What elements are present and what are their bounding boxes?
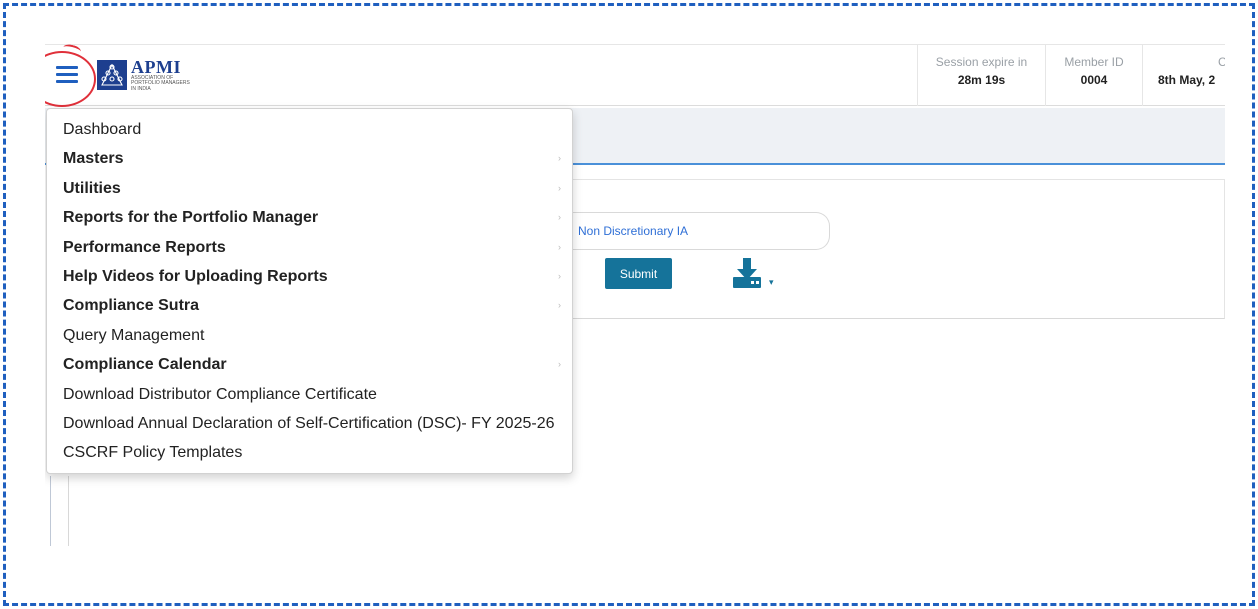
chevron-right-icon: › — [558, 359, 561, 370]
apmi-logo-mark-icon — [97, 60, 127, 90]
menu-item-download-distributor-certificate[interactable]: Download Distributor Compliance Certific… — [47, 380, 572, 409]
main-nav-menu: Dashboard Masters › Utilities › Reports fo… — [46, 108, 573, 474]
content-left-border-inner — [68, 476, 69, 546]
current-date: Cur 8th May, 2 — [1142, 45, 1225, 106]
menu-item-compliance-calendar[interactable]: Compliance Calendar › — [47, 350, 572, 379]
menu-label: Masters — [63, 150, 124, 168]
menu-label: Download Distributor Compliance Certific… — [63, 385, 377, 403]
highlight-circle — [45, 51, 96, 107]
member-id-label: Member ID — [1064, 55, 1124, 69]
logo-sub-3: IN INDIA — [131, 85, 151, 92]
content-left-border — [50, 476, 51, 546]
menu-label: Download Annual Declaration of Self-Cert… — [63, 414, 555, 432]
menu-item-masters[interactable]: Masters › — [47, 144, 572, 173]
member-id: Member ID 0004 — [1045, 45, 1142, 106]
menu-label: Dashboard — [63, 121, 142, 138]
chevron-right-icon: › — [558, 153, 561, 164]
member-id-value: 0004 — [1080, 73, 1108, 87]
current-date-label: Cur — [1218, 55, 1225, 69]
logo-name: APMI — [131, 56, 181, 77]
submit-button[interactable]: Submit — [605, 258, 672, 289]
app-window: APMI ASSOCIATION OF PORTFOLIO MANAGERS I… — [45, 44, 1225, 546]
menu-item-reports-portfolio-manager[interactable]: Reports for the Portfolio Manager › — [47, 203, 572, 232]
session-expiry: Session expire in 28m 19s — [917, 45, 1045, 106]
download-caret-icon[interactable]: ▾ — [769, 278, 774, 288]
menu-item-cscrf-policy-templates[interactable]: CSCRF Policy Templates — [47, 438, 572, 467]
apmi-logo[interactable]: APMI ASSOCIATION OF PORTFOLIO MANAGERS I… — [97, 58, 190, 92]
option-label: Non Discretionary IA — [578, 224, 689, 238]
option-non-discretionary-ia[interactable]: Non Discretionary IA — [565, 212, 830, 250]
menu-item-download-annual-declaration[interactable]: Download Annual Declaration of Self-Cert… — [47, 409, 572, 438]
menu-label: Help Videos for Uploading Reports — [63, 267, 328, 285]
download-icon[interactable]: ▾ — [732, 257, 780, 291]
chevron-right-icon: › — [558, 300, 561, 311]
menu-label: Compliance Calendar — [63, 356, 227, 374]
menu-label: Compliance Sutra — [63, 297, 200, 315]
session-expiry-label: Session expire in — [935, 55, 1028, 69]
chevron-right-icon: › — [558, 182, 561, 193]
menu-label: Performance Reports — [63, 238, 226, 256]
menu-item-compliance-sutra[interactable]: Compliance Sutra › — [47, 291, 572, 320]
menu-item-performance-reports[interactable]: Performance Reports › — [47, 233, 572, 262]
menu-label: Query Management — [63, 326, 205, 344]
chevron-right-icon: › — [558, 270, 561, 281]
menu-label: CSCRF Policy Templates — [63, 444, 243, 462]
menu-label: Reports for the Portfolio Manager — [63, 209, 319, 227]
menu-item-help-videos[interactable]: Help Videos for Uploading Reports › — [47, 262, 572, 291]
top-header: APMI ASSOCIATION OF PORTFOLIO MANAGERS I… — [45, 44, 1225, 107]
chevron-right-icon: › — [558, 241, 561, 252]
menu-label: Utilities — [63, 179, 121, 197]
menu-item-dashboard[interactable]: Dashboard — [47, 115, 572, 144]
menu-item-query-management[interactable]: Query Management — [47, 321, 572, 350]
current-date-value: 8th May, 2 — [1158, 73, 1216, 87]
chevron-right-icon: › — [558, 212, 561, 223]
menu-item-utilities[interactable]: Utilities › — [47, 174, 572, 203]
session-expiry-value: 28m 19s — [957, 73, 1006, 87]
